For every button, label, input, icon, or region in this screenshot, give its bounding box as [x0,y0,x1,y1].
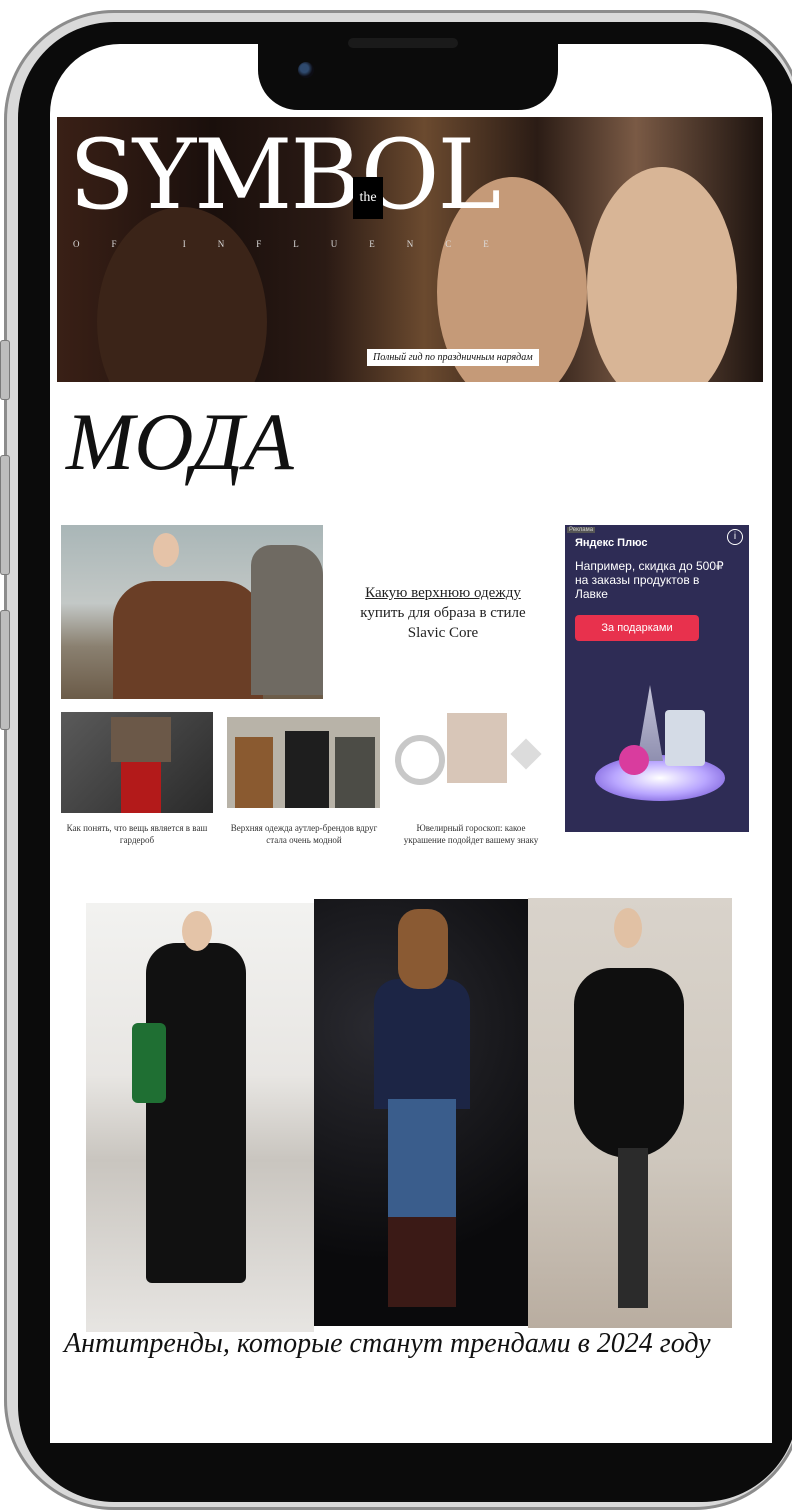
camera-icon [298,62,314,78]
hero-the-label: the [353,177,383,219]
phone-frame: SYMBOL the OF INFLUENCE Полный гид по пр… [0,0,792,1510]
hero-caption[interactable]: Полный гид по праздничным нарядам [367,349,539,366]
ad-podium [595,755,725,801]
runway-photo-1[interactable] [86,903,314,1332]
card-2-caption[interactable]: Верхняя одежда аутлер-брендов вдруг стал… [226,822,382,846]
hero-title: SYMBOL [69,119,501,231]
notch [258,38,558,110]
featured-title-line-2[interactable]: купить для образа в стиле [360,605,525,621]
ad-character [619,745,649,775]
featured-title-line-3[interactable]: Slavic Core [408,625,478,641]
card-2-image[interactable] [227,717,380,808]
hero-photo-face-1 [97,207,267,382]
card-1-caption[interactable]: Как понять, что вещь является в ваш гард… [60,822,214,846]
ad-brand: Яндекс Плюс [575,537,648,549]
section-title: МОДА [66,396,294,487]
card-3-image[interactable] [395,713,545,813]
ad-gift-box [665,710,705,766]
card-1-image[interactable] [61,712,213,813]
ad-text: Например, скидка до 500₽ на заказы проду… [575,559,724,601]
featured-article-image[interactable] [61,525,323,699]
runway-photo-2[interactable] [314,899,528,1326]
bottom-article-title[interactable]: Антитренды, которые станут трендами в 20… [64,1328,711,1360]
featured-title-line-1[interactable]: Какую верхнюю одежду [365,585,521,601]
card-3-caption[interactable]: Ювелирный гороскоп: какое украшение подо… [395,822,547,846]
runway-photo-3[interactable] [528,898,732,1328]
ad-cta-button[interactable]: За подарками [575,615,699,641]
featured-article-link[interactable]: Какую верхнюю одежду купить для образа в… [343,583,543,643]
ad-banner[interactable]: Реклама Яндекс Плюс i Например, скидка д… [565,525,749,832]
hero-subtitle: OF INFLUENCE [73,239,521,249]
info-icon[interactable]: i [727,529,743,545]
hero-banner[interactable]: SYMBOL the OF INFLUENCE Полный гид по пр… [57,117,763,382]
ad-tag: Реклама [567,527,596,533]
speaker [348,38,458,48]
hero-photo-face-3 [587,167,737,382]
mute-switch [0,340,10,400]
volume-down-button [0,610,10,730]
volume-up-button [0,455,10,575]
